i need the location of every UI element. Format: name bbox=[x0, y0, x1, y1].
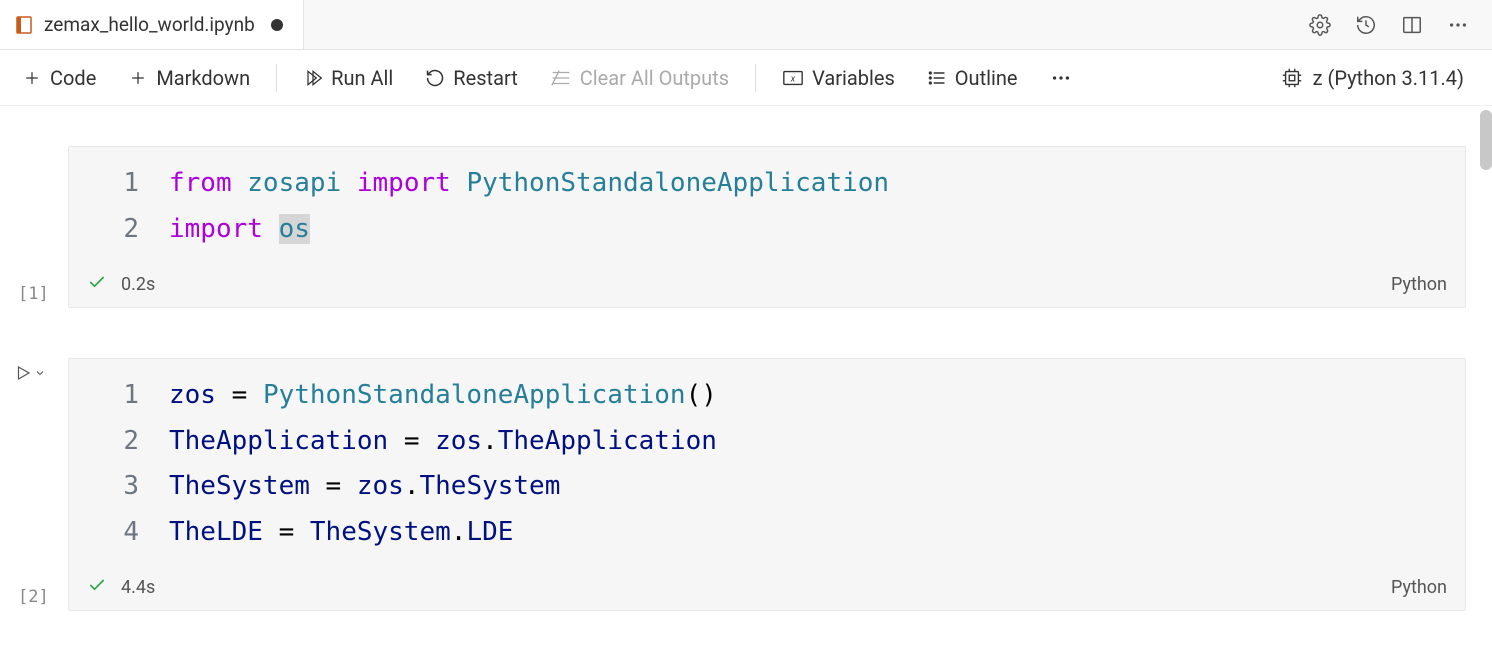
cell-status-bar: 0.2s Python bbox=[69, 266, 1465, 307]
outline-label: Outline bbox=[955, 66, 1018, 90]
kernel-selector[interactable]: z (Python 3.11.4) bbox=[1281, 66, 1482, 90]
line-content: TheSystem = zos.TheSystem bbox=[169, 464, 560, 510]
add-markdown-label: Markdown bbox=[156, 66, 250, 90]
restart-label: Restart bbox=[453, 66, 517, 90]
line-number: 2 bbox=[69, 419, 169, 465]
variables-button[interactable]: x Variables bbox=[770, 60, 907, 96]
more-icon[interactable] bbox=[1446, 13, 1470, 37]
run-cell-button[interactable] bbox=[14, 364, 46, 382]
cell-body[interactable]: 1zos = PythonStandaloneApplication()2The… bbox=[68, 358, 1466, 611]
notebook-cell: [2] 1zos = PythonStandaloneApplication()2… bbox=[0, 358, 1492, 611]
line-number: 4 bbox=[69, 510, 169, 556]
history-icon[interactable] bbox=[1354, 13, 1378, 37]
cell-status-bar: 4.4s Python bbox=[69, 569, 1465, 610]
code-line: 3TheSystem = zos.TheSystem bbox=[69, 464, 1465, 510]
toolbar-more-button[interactable] bbox=[1038, 61, 1084, 95]
code-line: 2import os bbox=[69, 207, 1465, 253]
run-all-button[interactable]: Run All bbox=[291, 60, 405, 96]
gear-icon[interactable] bbox=[1308, 13, 1332, 37]
add-code-button[interactable]: Code bbox=[10, 60, 108, 96]
line-content: TheLDE = TheSystem.LDE bbox=[169, 510, 513, 556]
cells-container: [1]1from zosapi import PythonStandaloneA… bbox=[0, 106, 1492, 611]
svg-text:x: x bbox=[790, 74, 796, 84]
clear-outputs-label: Clear All Outputs bbox=[580, 66, 729, 90]
code-line: 1from zosapi import PythonStandaloneAppl… bbox=[69, 161, 1465, 207]
code-editor[interactable]: 1zos = PythonStandaloneApplication()2The… bbox=[69, 359, 1465, 569]
variables-label: Variables bbox=[812, 66, 895, 90]
tab-bar: zemax_hello_world.ipynb bbox=[0, 0, 1492, 50]
notebook-icon bbox=[14, 15, 34, 35]
check-icon bbox=[87, 575, 107, 600]
tab-title: zemax_hello_world.ipynb bbox=[44, 13, 255, 36]
line-number: 2 bbox=[69, 207, 169, 253]
add-markdown-button[interactable]: Markdown bbox=[116, 60, 262, 96]
exec-count: [1] bbox=[18, 284, 49, 304]
line-number: 3 bbox=[69, 464, 169, 510]
restart-button[interactable]: Restart bbox=[413, 60, 529, 96]
clear-outputs-button[interactable]: Clear All Outputs bbox=[538, 60, 741, 96]
execution-duration: 0.2s bbox=[121, 274, 155, 295]
kernel-label: z (Python 3.11.4) bbox=[1313, 66, 1464, 90]
line-content: zos = PythonStandaloneApplication() bbox=[169, 373, 717, 419]
run-all-label: Run All bbox=[331, 66, 393, 90]
code-line: 2TheApplication = zos.TheApplication bbox=[69, 419, 1465, 465]
code-editor[interactable]: 1from zosapi import PythonStandaloneAppl… bbox=[69, 147, 1465, 266]
line-content: from zosapi import PythonStandaloneAppli… bbox=[169, 161, 889, 207]
scrollbar-thumb[interactable] bbox=[1480, 110, 1492, 170]
separator bbox=[755, 64, 756, 92]
dirty-indicator-icon bbox=[271, 19, 283, 31]
tab-actions bbox=[1308, 13, 1492, 37]
code-line: 1zos = PythonStandaloneApplication() bbox=[69, 373, 1465, 419]
split-editor-icon[interactable] bbox=[1400, 13, 1424, 37]
cell-body[interactable]: 1from zosapi import PythonStandaloneAppl… bbox=[68, 146, 1466, 308]
cell-gutter: [1] bbox=[0, 146, 68, 308]
line-number: 1 bbox=[69, 373, 169, 419]
notebook-toolbar: Code Markdown Run All Restart Clear All … bbox=[0, 50, 1492, 106]
check-icon bbox=[87, 272, 107, 297]
tab-active[interactable]: zemax_hello_world.ipynb bbox=[0, 0, 304, 49]
exec-count: [2] bbox=[18, 587, 49, 607]
line-number: 1 bbox=[69, 161, 169, 207]
execution-duration: 4.4s bbox=[121, 577, 155, 598]
code-line: 4TheLDE = TheSystem.LDE bbox=[69, 510, 1465, 556]
outline-button[interactable]: Outline bbox=[915, 60, 1030, 96]
cell-language[interactable]: Python bbox=[1391, 274, 1447, 295]
separator bbox=[276, 64, 277, 92]
cell-language[interactable]: Python bbox=[1391, 577, 1447, 598]
add-code-label: Code bbox=[50, 66, 96, 90]
notebook-cell: [1] 1from zosapi import PythonStandaloneA… bbox=[0, 146, 1492, 308]
line-content: TheApplication = zos.TheApplication bbox=[169, 419, 717, 465]
cell-gutter: [2] bbox=[0, 358, 68, 611]
line-content: import os bbox=[169, 207, 310, 253]
